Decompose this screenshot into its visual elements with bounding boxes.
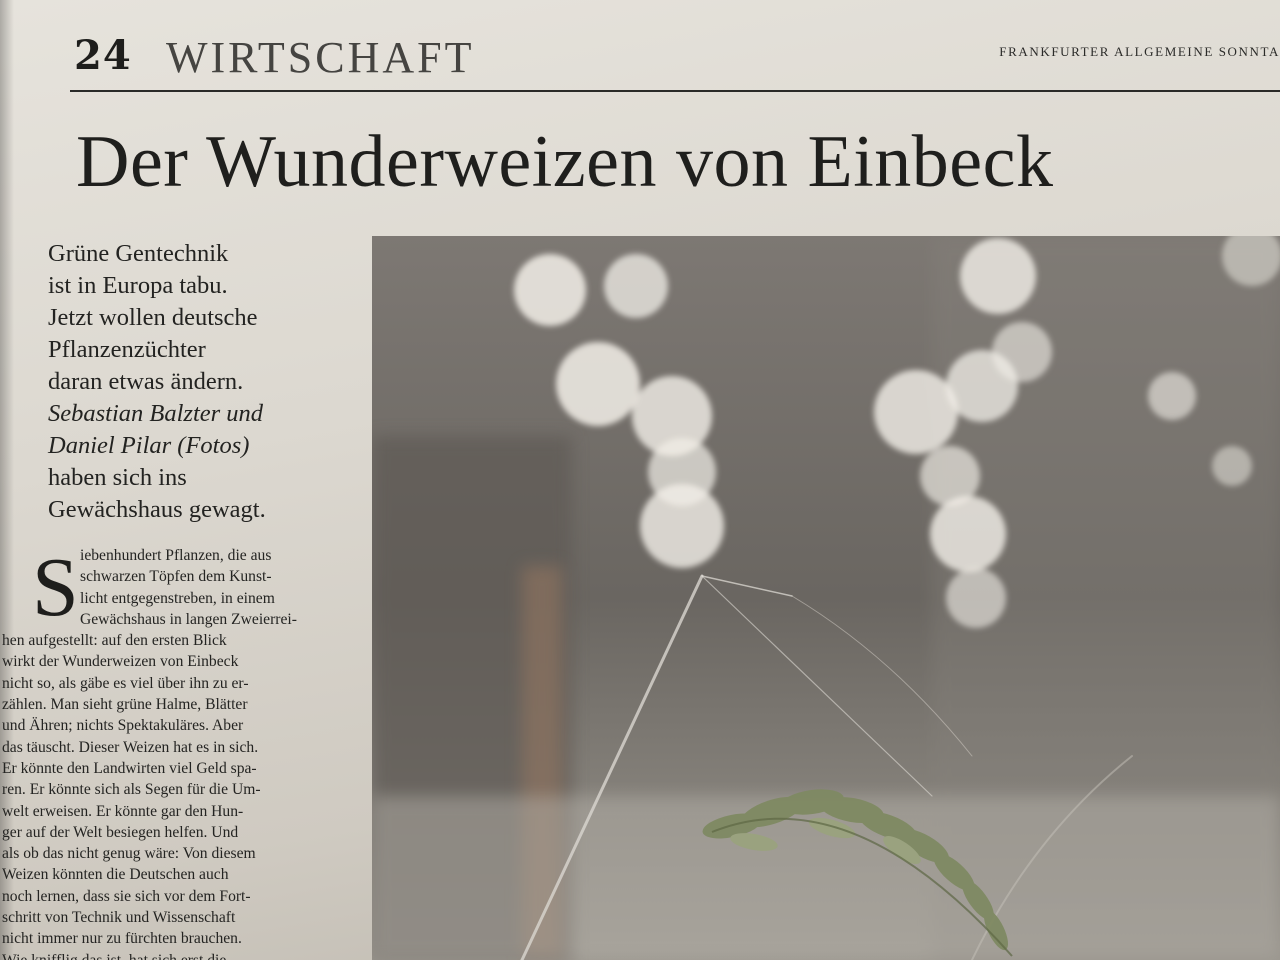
body-line: hen aufgestellt: auf den ersten Blick xyxy=(2,632,227,650)
dek-line: Gewächshaus gewagt. xyxy=(48,496,266,523)
page-number: 24 xyxy=(74,32,132,79)
body-line: iebenhundert Pflanzen, die aus xyxy=(80,547,272,564)
article-body: iebenhundert Pflanzen, die aus schwarzen … xyxy=(2,545,348,960)
body-line: ren. Er könnte sich als Segen für die Um… xyxy=(2,781,261,799)
body-line: ger auf der Welt besiegen helfen. Und xyxy=(2,823,239,841)
body-line: schritt von Technik und Wissenschaft xyxy=(2,909,236,927)
body-line: welt erweisen. Er könnte gar den Hun- xyxy=(2,802,244,820)
body-line: das täuscht. Dieser Weizen hat es in sic… xyxy=(2,738,259,756)
dek-line: Grüne Gentechnik xyxy=(48,240,229,267)
body-line: Wie knifflig das ist, hat sich erst die- xyxy=(2,950,348,960)
body-line: wirkt der Wunderweizen von Einbeck xyxy=(2,653,239,671)
body-line: und Ähren; nichts Spektakuläres. Aber xyxy=(2,717,244,735)
dek-line: Pflanzenzüchter xyxy=(48,336,206,363)
body-line: noch lernen, dass sie sich vor dem Fort- xyxy=(2,887,251,905)
dek-line: Jetzt wollen deutsche xyxy=(48,304,258,331)
article-photo xyxy=(372,236,1280,960)
body-line: Weizen könnten die Deutschen auch xyxy=(2,866,229,884)
newspaper-page: 24 WIRTSCHAFT FRANKFURTER ALLGEMEINE SON… xyxy=(0,0,1280,960)
masthead: FRANKFURTER ALLGEMEINE SONNTA xyxy=(999,44,1280,59)
body-line: nicht so, als gäbe es viel über ihn zu e… xyxy=(2,674,249,692)
wheat-ear-photo-icon xyxy=(372,236,1280,960)
byline: Sebastian Balzter und xyxy=(48,400,264,427)
headline: Der Wunderweizen von Einbeck xyxy=(76,121,1054,203)
header-rule xyxy=(70,90,1280,92)
dek-line: daran etwas ändern. xyxy=(48,368,244,395)
page-header: 24 WIRTSCHAFT FRANKFURTER ALLGEMEINE SON… xyxy=(74,28,1280,86)
body-line: zählen. Man sieht grüne Halme, Blätter xyxy=(2,696,248,714)
body-line: als ob das nicht genug wäre: Von diesem xyxy=(2,845,256,863)
body-line: nicht immer nur zu fürchten brauchen. xyxy=(2,930,242,948)
body-line: licht entgegenstreben, in einem xyxy=(80,589,275,607)
dek: Grüne Gentechnik ist in Europa tabu. Jet… xyxy=(48,238,348,526)
body-line: schwarzen Töpfen dem Kunst- xyxy=(80,568,272,586)
dek-line: ist in Europa tabu. xyxy=(48,272,228,299)
body-line: Er könnte den Landwirten viel Geld spa- xyxy=(2,759,257,777)
dek-line: haben sich ins xyxy=(48,464,187,491)
body-line: Gewächshaus in langen Zweierrei- xyxy=(80,610,297,628)
section-name: WIRTSCHAFT xyxy=(166,33,475,82)
byline: Daniel Pilar (Fotos) xyxy=(48,432,250,459)
